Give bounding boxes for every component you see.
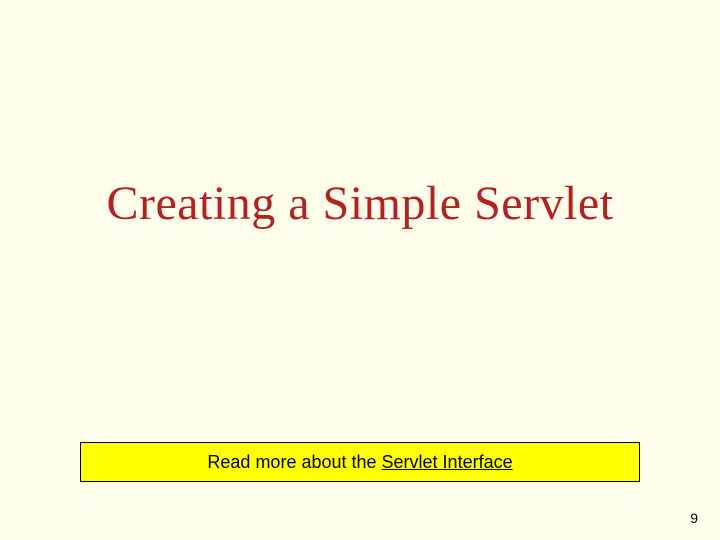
callout-prefix-text: Read more about the xyxy=(207,452,381,473)
callout-box: Read more about the Servlet Interface xyxy=(80,442,640,482)
page-number: 9 xyxy=(690,510,698,526)
servlet-interface-link[interactable]: Servlet Interface xyxy=(382,452,513,473)
slide-title: Creating a Simple Servlet xyxy=(0,176,720,231)
